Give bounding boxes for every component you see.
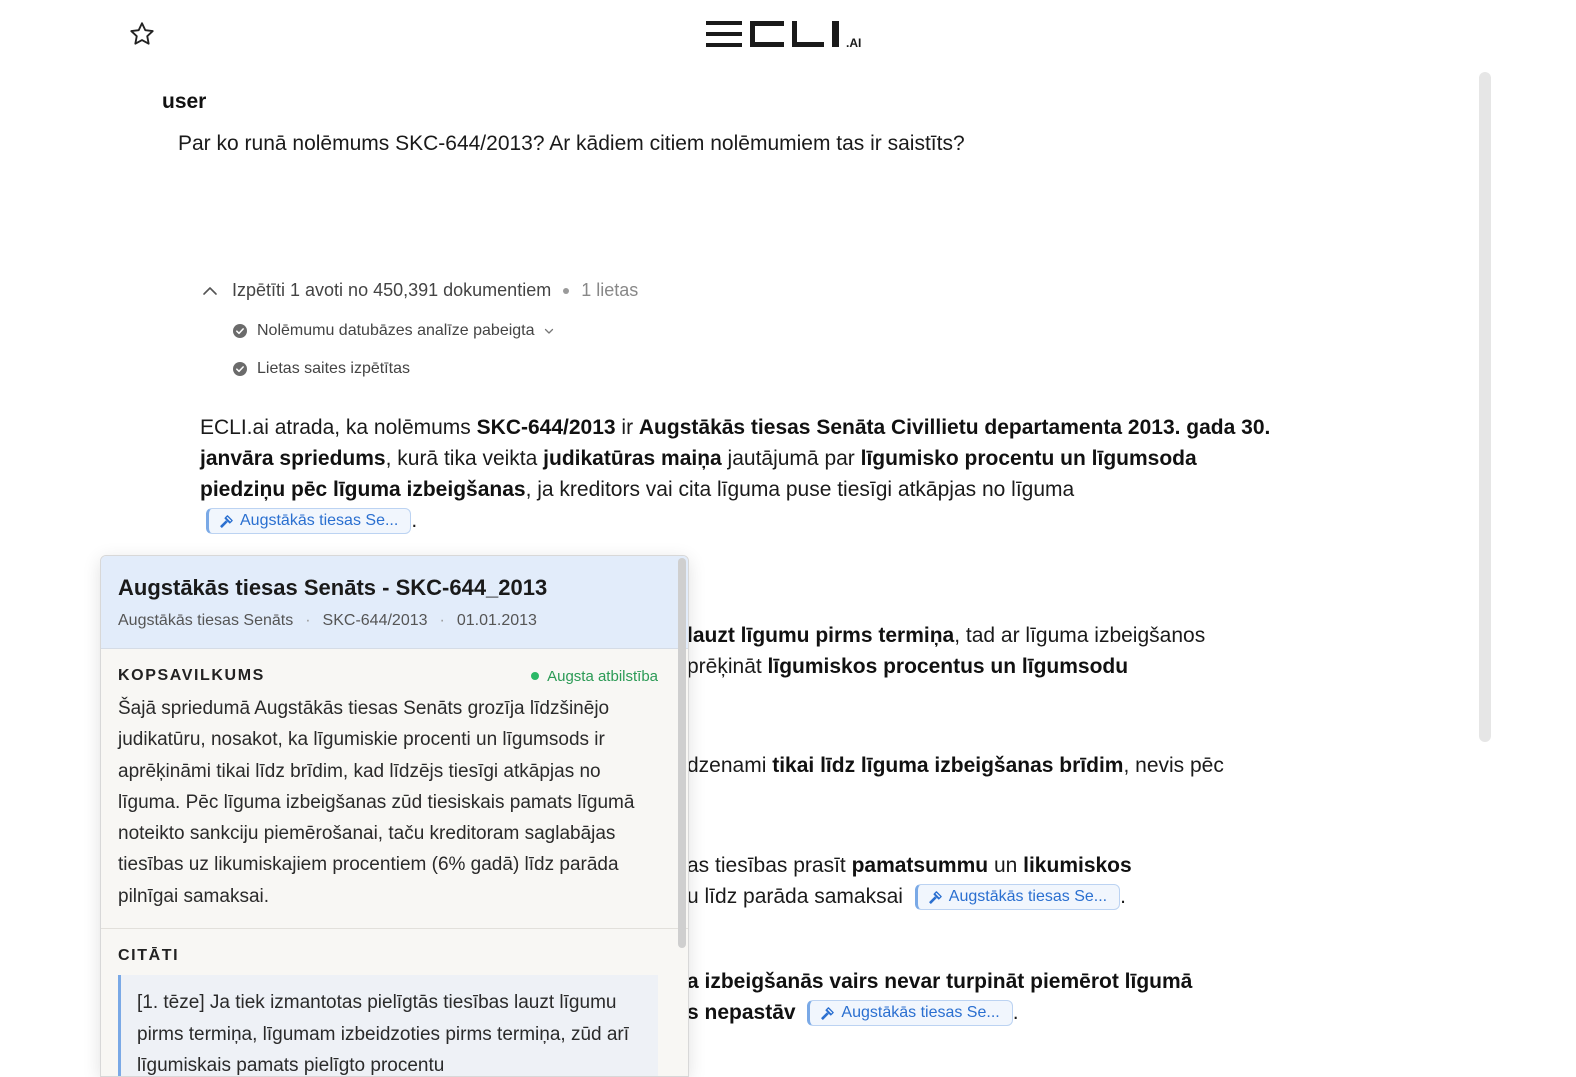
gavel-icon (220, 515, 233, 528)
gavel-icon (821, 1007, 835, 1020)
research-toggle[interactable]: Izpētīti 1 avoti no 450,391 dokumentiem … (200, 280, 638, 301)
research-cases: 1 lietas (581, 280, 639, 300)
answer-text: , nevis pēc (1123, 754, 1224, 777)
popup-date: 01.01.2013 (456, 612, 537, 629)
answer-text: as tiesības prasīt (687, 854, 852, 877)
message-role: user (162, 90, 207, 113)
quotes-section: CITĀTI [1. tēze] Ja tiek izmantotas piel… (101, 947, 688, 1076)
meta-separator: · (305, 612, 311, 629)
logo-suffix: .AI (846, 36, 861, 50)
gavel-icon (929, 891, 942, 904)
answer-text: prēķināt (687, 655, 768, 678)
check-circle-icon (233, 362, 247, 376)
answer-bold: likumiskos (1023, 854, 1132, 877)
answer-text: , ja kreditors vai cita līguma puse ties… (525, 478, 1075, 501)
popup-meta: Augstākās tiesas Senāts · SKC-644/2013 ·… (118, 612, 672, 630)
answer-text: . (1012, 1001, 1019, 1024)
answer-bold: s nepastāv (687, 1001, 796, 1024)
user-question: Par ko runā nolēmums SKC-644/2013? Ar kā… (178, 132, 965, 155)
relevance-badge: Augsta atbilstība (531, 668, 658, 685)
answer-bold: a izbeigšanās vairs nevar turpināt piemē… (687, 970, 1193, 993)
answer-text: ECLI.ai atrada, ka nolēmums (200, 416, 477, 439)
ecli-logo[interactable]: .AI (706, 18, 876, 54)
chevron-up-icon (203, 286, 217, 295)
separator-dot (563, 287, 570, 294)
check-circle-icon (233, 324, 247, 338)
answer-paragraph-1: ECLI.ai atrada, ka nolēmums SKC-644/2013… (200, 412, 1280, 536)
research-step-links: Lietas saites izpētītas (232, 360, 410, 378)
citation-label: Augstākās tiesas Se... (948, 888, 1108, 906)
chevron-down-icon[interactable] (543, 325, 555, 337)
citation-popup[interactable]: Augstākās tiesas Senāts - SKC-644_2013 A… (100, 555, 689, 1077)
answer-text: un (988, 854, 1024, 877)
research-step-label: Nolēmumu datubāzes analīze pabeigta (257, 322, 535, 339)
popup-case-number: SKC-644/2013 (322, 612, 428, 629)
answer-paragraph-2: lauzt līgumu pirms termiņa, tad ar līgum… (687, 620, 1287, 682)
answer-text: . (1120, 885, 1126, 908)
relevance-label: Augsta atbilstība (547, 667, 658, 685)
star-icon[interactable] (128, 20, 156, 48)
popup-court: Augstākās tiesas Senāts (118, 612, 294, 629)
citation-chip[interactable]: Augstākās tiesas Se... (206, 508, 412, 535)
answer-text: . (411, 509, 418, 532)
citation-chip[interactable]: Augstākās tiesas Se... (914, 884, 1121, 911)
summary-heading: KOPSAVILKUMS (118, 667, 265, 684)
answer-text: , kurā tika veikta (385, 447, 544, 470)
answer-bold: SKC-644/2013 (476, 416, 616, 439)
relevance-dot-icon (531, 672, 540, 680)
research-step-database[interactable]: Nolēmumu datubāzes analīze pabeigta (232, 322, 555, 340)
popup-scrollbar[interactable] (678, 558, 686, 948)
answer-paragraph-5: a izbeigšanās vairs nevar turpināt piemē… (687, 966, 1287, 1028)
answer-bold: lauzt līgumu pirms termiņa (687, 624, 955, 647)
citation-chip[interactable]: Augstākās tiesas Se... (807, 1000, 1013, 1027)
summary-text: Šajā spriedumā Augstākās tiesas Senāts g… (118, 698, 635, 907)
answer-text: jautājumā par (721, 447, 861, 470)
citation-label: Augstākās tiesas Se... (240, 512, 399, 530)
answer-bold: tikai līdz līguma izbeigšanas brīdim (772, 754, 1124, 777)
popup-header: Augstākās tiesas Senāts - SKC-644_2013 A… (101, 556, 688, 649)
section-divider (101, 928, 688, 930)
research-step-label: Lietas saites izpētītas (257, 360, 410, 377)
answer-text: u līdz parāda samaksai (687, 885, 903, 908)
answer-paragraph-3: dzenami tikai līdz līguma izbeigšanas br… (687, 750, 1287, 781)
answer-text: dzenami (687, 754, 773, 777)
quote-block[interactable]: [1. tēze] Ja tiek izmantotas pielīgtās t… (118, 975, 658, 1076)
page-scrollbar[interactable] (1479, 72, 1491, 742)
summary-section: KOPSAVILKUMS Augsta atbilstība Šajā spri… (101, 667, 688, 912)
answer-text: , tad ar līguma izbeigšanos (954, 624, 1206, 647)
answer-bold: pamatsummu (851, 854, 989, 877)
quotes-heading: CITĀTI (118, 947, 180, 965)
answer-bold: līgumiskos procentus un līgumsodu (767, 655, 1129, 678)
answer-paragraph-4: as tiesības prasīt pamatsummu un likumis… (687, 850, 1287, 912)
meta-separator: · (439, 612, 445, 629)
research-summary: Izpētīti 1 avoti no 450,391 dokumentiem (232, 280, 552, 300)
citation-label: Augstākās tiesas Se... (841, 1004, 1000, 1022)
answer-text: ir (615, 416, 639, 439)
answer-bold: judikatūras maiņa (543, 447, 722, 470)
popup-title[interactable]: Augstākās tiesas Senāts - SKC-644_2013 (118, 575, 672, 601)
